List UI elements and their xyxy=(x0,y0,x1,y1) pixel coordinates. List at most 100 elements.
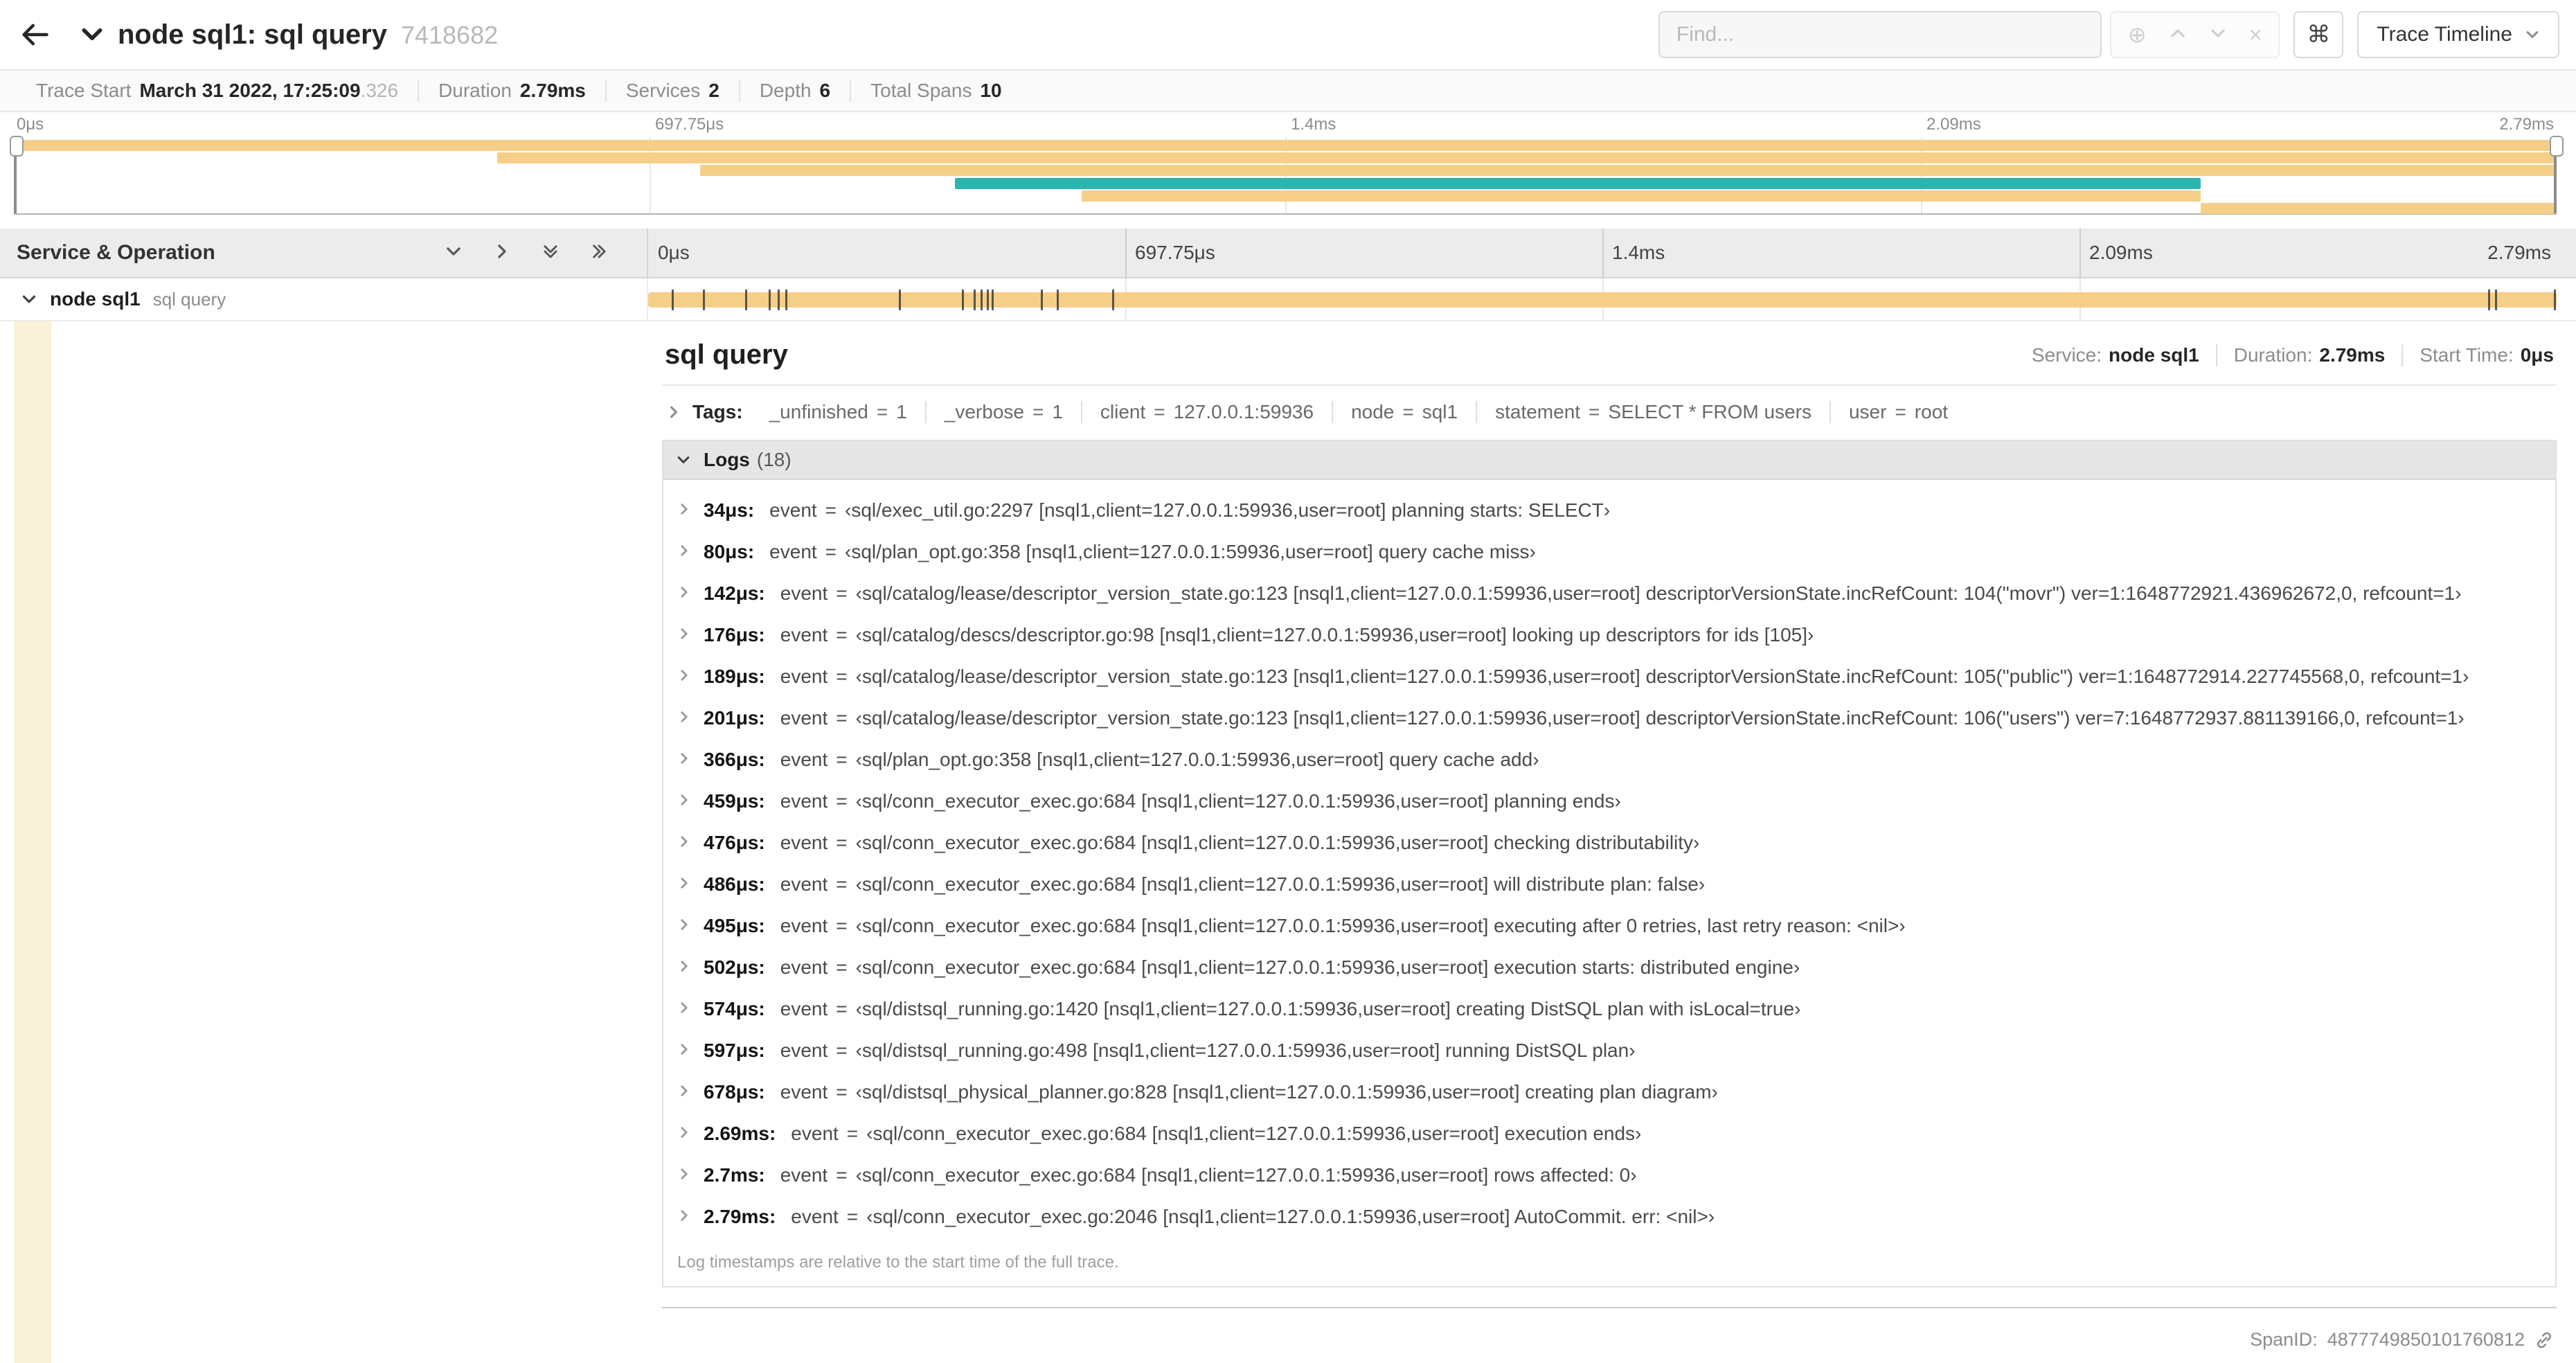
focus-matches-icon[interactable]: ⊕ xyxy=(2128,21,2147,48)
log-marker[interactable] xyxy=(703,289,706,310)
trace-view-selector[interactable]: Trace Timeline xyxy=(2357,11,2559,58)
log-entry[interactable]: 678μs: event = ‹sql/distsql_physical_plann… xyxy=(663,1071,2555,1113)
chevron-right-icon xyxy=(677,710,691,724)
span-meta-item: Start Time: 0μs xyxy=(2401,344,2554,366)
log-equals: = xyxy=(825,499,837,521)
span-indent-guide[interactable] xyxy=(14,321,51,1363)
span-row[interactable]: node sql1 sql query xyxy=(0,278,2576,321)
log-marker[interactable] xyxy=(671,289,674,310)
tag-equals: = xyxy=(876,401,888,422)
chevron-down-icon[interactable] xyxy=(21,291,37,308)
timeline-header: Service & Operation 0μs 697.75μs 1.4ms 2… xyxy=(0,229,2576,278)
log-equals: = xyxy=(836,832,848,853)
log-marker[interactable] xyxy=(981,289,983,310)
span-row-timeline[interactable] xyxy=(648,278,2557,320)
log-field-key: event xyxy=(780,873,828,895)
log-equals: = xyxy=(836,707,848,729)
chevron-right-icon xyxy=(677,1042,691,1056)
collapse-trace-chevron-down-icon[interactable] xyxy=(80,23,104,46)
keyboard-shortcuts-button[interactable]: ⌘ xyxy=(2293,11,2344,58)
log-entry[interactable]: 34μs: event = ‹sql/exec_util.go:2297 [nsql… xyxy=(663,490,2555,531)
log-timestamp: 459μs: xyxy=(704,790,765,812)
log-marker[interactable] xyxy=(992,289,994,310)
log-marker[interactable] xyxy=(777,289,780,310)
log-entry[interactable]: 597μs: event = ‹sql/distsql_running.go:498… xyxy=(663,1030,2555,1071)
log-marker[interactable] xyxy=(2488,289,2491,310)
expand-collapse-controls xyxy=(445,240,647,266)
log-marker[interactable] xyxy=(1056,289,1059,310)
log-entry[interactable]: 476μs: event = ‹sql/conn_executor_exec.go:… xyxy=(663,822,2555,864)
trace-info-item: Duration 2.79ms xyxy=(418,80,605,102)
minimap-canvas[interactable] xyxy=(10,136,2564,215)
tag-item: _verbose = 1 xyxy=(924,401,1081,423)
clear-find-icon[interactable]: × xyxy=(2249,22,2262,48)
log-equals: = xyxy=(836,1164,848,1186)
log-entry[interactable]: 2.79ms: event = ‹sql/conn_executor_exec.go… xyxy=(663,1196,2555,1238)
collapse-one-chevron-down-icon[interactable] xyxy=(445,240,463,266)
log-marker[interactable] xyxy=(986,289,989,310)
log-marker[interactable] xyxy=(1040,289,1043,310)
ruler-tick: 1.4ms xyxy=(1612,242,1665,263)
log-equals: = xyxy=(836,1081,848,1103)
log-timestamp: 366μs: xyxy=(704,749,765,770)
log-entry[interactable]: 2.69ms: event = ‹sql/conn_executor_exec.go… xyxy=(663,1113,2555,1155)
log-markers xyxy=(648,278,2557,320)
log-entry[interactable]: 2.7ms: event = ‹sql/conn_executor_exec.go:… xyxy=(663,1155,2555,1196)
log-entry[interactable]: 189μs: event = ‹sql/catalog/lease/descript… xyxy=(663,656,2555,697)
find-next-chevron-down-icon[interactable] xyxy=(2209,22,2227,48)
log-entry[interactable]: 366μs: event = ‹sql/plan_opt.go:358 [nsql1… xyxy=(663,739,2555,781)
log-marker[interactable] xyxy=(768,289,771,310)
logs-accordion-header[interactable]: Logs (18) xyxy=(663,441,2555,480)
log-entry[interactable]: 142μs: event = ‹sql/catalog/lease/descript… xyxy=(663,573,2555,614)
range-scrubber-right[interactable] xyxy=(2550,136,2564,213)
range-scrubber-left[interactable] xyxy=(10,136,24,213)
gridline xyxy=(1602,229,1604,277)
minimap-tick: 0μs xyxy=(17,115,44,134)
log-entry[interactable]: 495μs: event = ‹sql/conn_executor_exec.go:… xyxy=(663,905,2555,947)
log-field-key: event xyxy=(780,832,828,853)
back-button[interactable] xyxy=(19,19,66,50)
tags-accordion[interactable]: Tags: _unfinished = 1 _verbose = 1 clien… xyxy=(662,386,2557,440)
tag-value: 127.0.0.1:59936 xyxy=(1173,401,1314,422)
log-entry[interactable]: 502μs: event = ‹sql/conn_executor_exec.go:… xyxy=(663,947,2555,988)
info-value: 6 xyxy=(819,80,831,101)
chevron-right-icon xyxy=(677,544,691,558)
tag-key: statement xyxy=(1495,401,1581,422)
tag-equals: = xyxy=(1589,401,1600,422)
log-marker[interactable] xyxy=(974,289,976,310)
trace-minimap: 0μs 697.75μs 1.4ms 2.09ms 2.79ms xyxy=(10,112,2564,215)
log-timestamp: 142μs: xyxy=(704,582,765,604)
log-entry[interactable]: 176μs: event = ‹sql/catalog/descs/descript… xyxy=(663,614,2555,656)
expand-one-chevron-right-icon[interactable] xyxy=(493,240,511,266)
log-marker[interactable] xyxy=(962,289,965,310)
log-field-key: event xyxy=(780,749,828,770)
span-row-label[interactable]: node sql1 sql query xyxy=(0,278,648,320)
log-field-value: ‹sql/catalog/lease/descriptor_version_st… xyxy=(855,707,2465,729)
minimap-span-bar xyxy=(497,152,2557,163)
log-marker[interactable] xyxy=(1111,289,1114,310)
tag-equals: = xyxy=(1895,401,1906,422)
log-marker[interactable] xyxy=(785,289,788,310)
log-marker[interactable] xyxy=(2553,289,2556,310)
log-entry[interactable]: 201μs: event = ‹sql/catalog/lease/descript… xyxy=(663,697,2555,739)
log-timestamp: 574μs: xyxy=(704,998,765,1019)
meta-label: Start Time: xyxy=(2420,344,2514,366)
link-icon[interactable] xyxy=(2534,1330,2554,1350)
span-detail-container: sql query Service: node sql1 Duration: 2.7… xyxy=(648,321,2576,1363)
log-entry[interactable]: 486μs: event = ‹sql/conn_executor_exec.go:… xyxy=(663,864,2555,905)
log-timestamp: 495μs: xyxy=(704,915,765,936)
log-marker[interactable] xyxy=(2494,289,2497,310)
log-marker[interactable] xyxy=(898,289,901,310)
log-entry[interactable]: 80μs: event = ‹sql/plan_opt.go:358 [nsql1,… xyxy=(663,531,2555,573)
tag-equals: = xyxy=(1154,401,1165,422)
collapse-all-icon[interactable] xyxy=(542,240,560,266)
log-field-value: ‹sql/conn_executor_exec.go:684 [nsql1,cl… xyxy=(855,956,1800,978)
find-prev-chevron-up-icon[interactable] xyxy=(2169,22,2187,48)
find-input[interactable] xyxy=(1658,11,2102,58)
expand-all-icon[interactable] xyxy=(590,240,608,266)
log-marker[interactable] xyxy=(745,289,748,310)
log-timestamp: 486μs: xyxy=(704,873,765,895)
log-entry[interactable]: 574μs: event = ‹sql/distsql_running.go:142… xyxy=(663,988,2555,1030)
minimap-span-bar xyxy=(700,164,2557,176)
log-entry[interactable]: 459μs: event = ‹sql/conn_executor_exec.go:… xyxy=(663,781,2555,822)
